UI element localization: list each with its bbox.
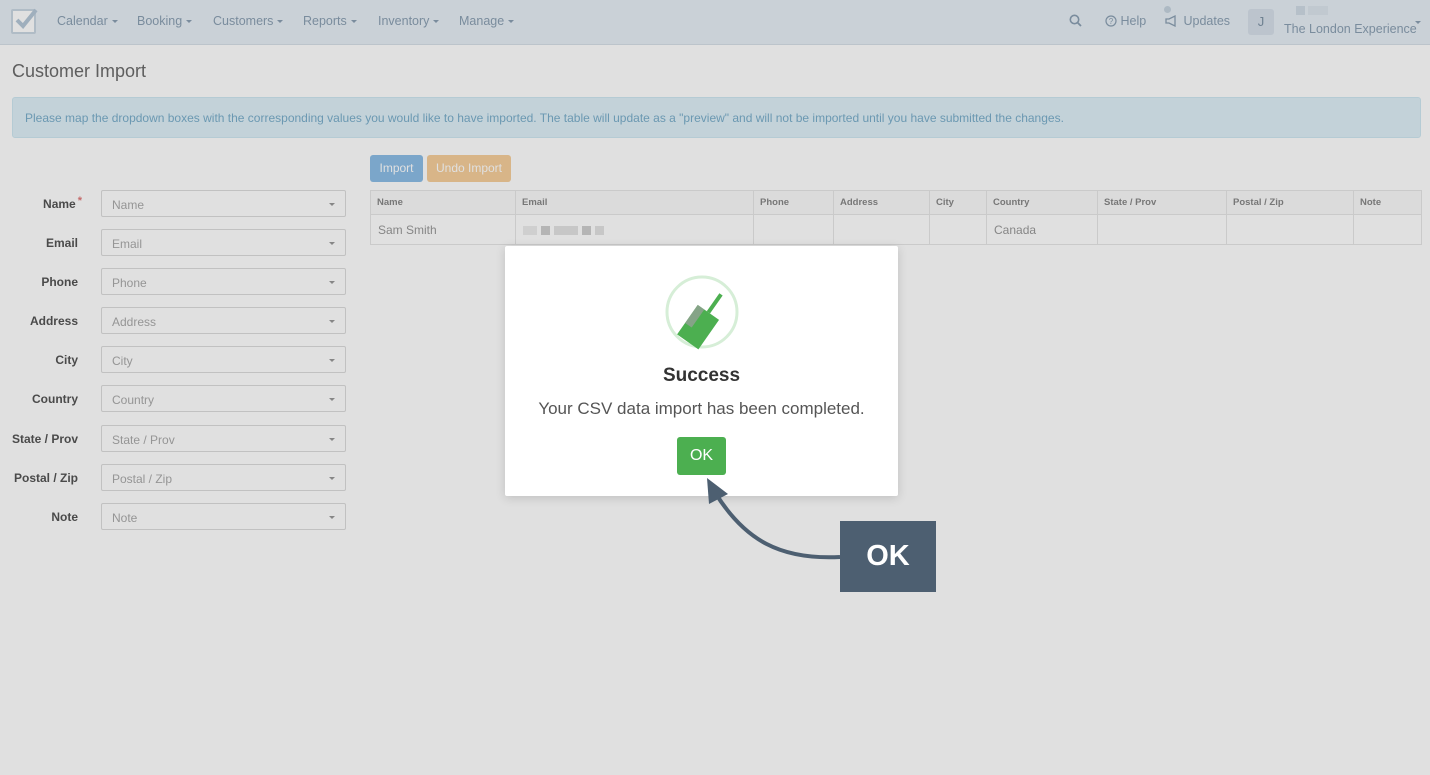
annotation-callout: OK	[840, 521, 936, 592]
dialog-title: Success	[662, 365, 741, 386]
success-dialog: Success Your CSV data import has been co…	[505, 246, 898, 496]
annotation-arrow-icon	[707, 478, 841, 560]
dialog-message: Your CSV data import has been completed.	[538, 399, 865, 418]
success-brush-icon	[665, 275, 739, 350]
